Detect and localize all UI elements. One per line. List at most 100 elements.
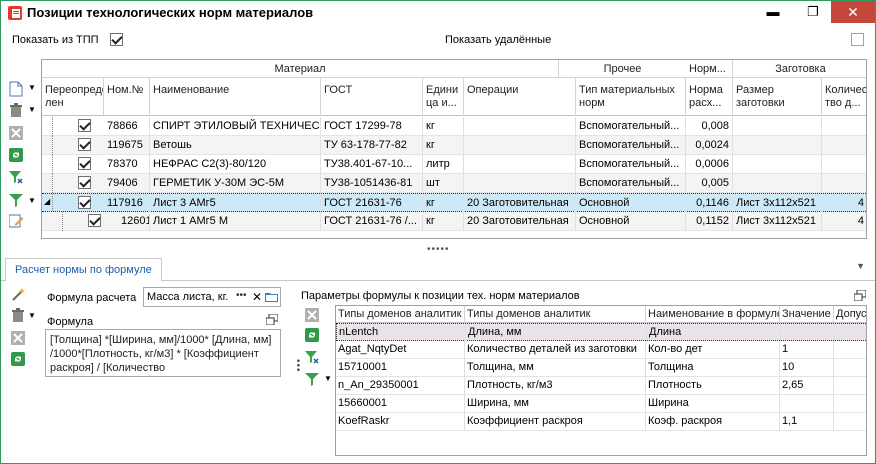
cell-name[interactable]: СПИРТ ЭТИЛОВЫЙ ТЕХНИЧЕСК... — [150, 117, 321, 136]
cell-qty[interactable]: 4 — [822, 194, 866, 213]
col-header-norm[interactable]: Норма расх... — [686, 78, 733, 116]
cell-name[interactable]: Ветошь — [150, 136, 321, 155]
minimize-button[interactable]: ▬ — [759, 1, 787, 23]
new-document-icon[interactable] — [7, 81, 25, 97]
cell-qty[interactable] — [822, 117, 866, 136]
ellipsis-button[interactable]: ••• — [236, 290, 247, 301]
cell-nom[interactable]: 78866 — [104, 117, 150, 136]
cell-unit[interactable]: кг — [423, 194, 464, 213]
params-cell-domain_type[interactable]: Agat_NqtyDet — [336, 341, 465, 359]
cell-ops[interactable] — [464, 174, 576, 193]
params-cancel-icon[interactable] — [303, 307, 321, 323]
formula-refresh-icon[interactable] — [9, 351, 27, 367]
cell-name[interactable]: Лист 3 АМг5 — [150, 194, 321, 213]
materials-grid[interactable]: Материал Прочее Норм... Заготовка Переоп… — [41, 59, 867, 239]
cell-ops[interactable]: 20 Заготовительная — [464, 212, 576, 231]
cell-unit[interactable]: кг — [423, 117, 464, 136]
edit-icon[interactable] — [7, 213, 25, 229]
cell-type[interactable]: Вспомогательный... — [576, 117, 686, 136]
cell-qty[interactable] — [822, 136, 866, 155]
override-checkbox[interactable] — [78, 176, 91, 189]
cell-name[interactable]: ГЕРМЕТИК У-30М ЭС-5М — [150, 174, 321, 193]
override-checkbox[interactable] — [88, 214, 101, 227]
params-cell-formula_name[interactable]: Ширина — [646, 395, 780, 413]
tab-formula-calc[interactable]: Расчет нормы по формуле — [5, 258, 162, 282]
formula-delete-dropdown-icon[interactable]: ▼ — [28, 311, 36, 320]
params-cell-value[interactable] — [780, 395, 834, 413]
cell-qty[interactable]: 4 — [822, 212, 866, 231]
table-row[interactable]: 78370 НЕФРАС С2(3)-80/120 ТУ38.401-67-10..… — [42, 155, 866, 174]
params-col-value[interactable]: Значение — [780, 306, 834, 323]
cell-type[interactable]: Вспомогательный... — [576, 174, 686, 193]
params-filter-icon[interactable] — [303, 371, 321, 387]
params-cell-value[interactable]: 2,65 — [780, 377, 834, 395]
cell-norm[interactable]: 0,0006 — [686, 155, 733, 174]
col-header-override[interactable]: Переопреде лен — [42, 78, 104, 116]
params-cell-domain_type2[interactable]: Количество деталей из заготовки — [465, 341, 646, 359]
params-col-domain-type2[interactable]: Типы доменов аналитик — [465, 306, 646, 323]
params-cell-formula_name[interactable]: Длина — [647, 324, 781, 342]
params-grid[interactable]: Типы доменов аналитик Типы доменов анали… — [335, 305, 867, 456]
restore-button[interactable]: ❐ — [799, 1, 827, 23]
params-cell-formula_name[interactable]: Коэф. раскроя — [646, 413, 780, 431]
params-filter-clear-icon[interactable] — [303, 349, 321, 365]
cell-ops[interactable] — [464, 155, 576, 174]
cell-gost[interactable]: ГОСТ 21631-76 /... — [321, 212, 423, 231]
cell-qty[interactable] — [822, 174, 866, 193]
close-button[interactable]: ✕ — [831, 1, 875, 23]
override-checkbox[interactable] — [78, 138, 91, 151]
params-cell-domain_type[interactable]: 15660001 — [336, 395, 465, 413]
tab-dropdown-icon[interactable]: ▼ — [856, 261, 865, 271]
table-row[interactable]: 126010Лист 1 АМг5 МГОСТ 21631-76 /...кг2… — [42, 212, 866, 231]
cell-name[interactable]: НЕФРАС С2(3)-80/120 — [150, 155, 321, 174]
cell-gost[interactable]: ТУ 63-178-77-82 — [321, 136, 423, 155]
filter-icon[interactable] — [7, 192, 25, 208]
cell-nom[interactable]: 126010 — [118, 212, 150, 231]
params-cell-domain_type2[interactable]: Плотность, кг/м3 — [465, 377, 646, 395]
params-cell-domain_type[interactable]: n_An_29350001 — [336, 377, 465, 395]
col-header-blank-size[interactable]: Размер заготовки — [733, 78, 822, 116]
params-col-formula-name[interactable]: Наименование в формуле — [646, 306, 780, 323]
cell-unit[interactable]: литр — [423, 155, 464, 174]
delete-trash-icon[interactable] — [7, 102, 25, 118]
cell-type[interactable]: Вспомогательный... — [576, 136, 686, 155]
cell-gost[interactable]: ГОСТ 21631-76 — [321, 194, 423, 213]
formula-textarea[interactable]: [Толщина] *[Ширина, мм]/1000* [Длина, мм… — [45, 329, 281, 377]
params-expand-icon[interactable] — [854, 290, 866, 301]
params-cell-tolerance[interactable] — [834, 395, 866, 413]
cell-ops[interactable] — [464, 136, 576, 155]
params-row[interactable]: nLentch Длина, мм Длина — [336, 323, 866, 342]
params-cell-value[interactable] — [781, 324, 835, 342]
new-dropdown-icon[interactable]: ▼ — [28, 83, 36, 92]
params-cell-tolerance[interactable] — [834, 359, 866, 377]
params-cell-tolerance[interactable] — [834, 413, 866, 431]
params-cell-domain_type[interactable]: KoefRaskr — [336, 413, 465, 431]
cell-nom[interactable]: 119675 — [104, 136, 150, 155]
params-cell-value[interactable]: 10 — [780, 359, 834, 377]
col-header-type[interactable]: Тип материальных норм — [576, 78, 686, 116]
cell-blank_size[interactable] — [733, 136, 822, 155]
params-cell-formula_name[interactable]: Кол-во дет — [646, 341, 780, 359]
cancel-x-icon[interactable] — [7, 125, 25, 141]
formula-delete-icon[interactable] — [9, 307, 27, 323]
params-cell-domain_type2[interactable]: Коэффициент раскроя — [465, 413, 646, 431]
show-deleted-checkbox[interactable] — [851, 33, 864, 46]
table-row[interactable]: 79406 ГЕРМЕТИК У-30М ЭС-5М ТУ38-1051436-81… — [42, 174, 866, 193]
params-row[interactable]: Agat_NqtyDet Количество деталей из загото… — [336, 341, 866, 359]
params-row[interactable]: 15660001 Ширина, мм Ширина — [336, 395, 866, 413]
params-row[interactable]: 15710001 Толщина, мм Толщина 10 — [336, 359, 866, 377]
filter-clear-icon[interactable] — [7, 169, 25, 185]
cell-type[interactable]: Основной — [576, 194, 686, 213]
cell-ops[interactable] — [464, 117, 576, 136]
cell-gost[interactable]: ТУ38.401-67-10... — [321, 155, 423, 174]
cell-type[interactable]: Вспомогательный... — [576, 155, 686, 174]
cell-blank_size[interactable]: Лист 3х112х521 — [733, 194, 822, 213]
expand-node-icon[interactable]: ◢ — [44, 197, 50, 206]
params-filter-dropdown-icon[interactable]: ▼ — [324, 374, 332, 383]
table-row[interactable]: 78866 СПИРТ ЭТИЛОВЫЙ ТЕХНИЧЕСК... ГОСТ 172… — [42, 117, 866, 136]
cell-blank_size[interactable] — [733, 174, 822, 193]
filter-dropdown-icon[interactable]: ▼ — [28, 196, 36, 205]
params-cell-tolerance[interactable] — [834, 341, 866, 359]
cell-nom[interactable]: 78370 — [104, 155, 150, 174]
params-cell-domain_type2[interactable]: Ширина, мм — [465, 395, 646, 413]
